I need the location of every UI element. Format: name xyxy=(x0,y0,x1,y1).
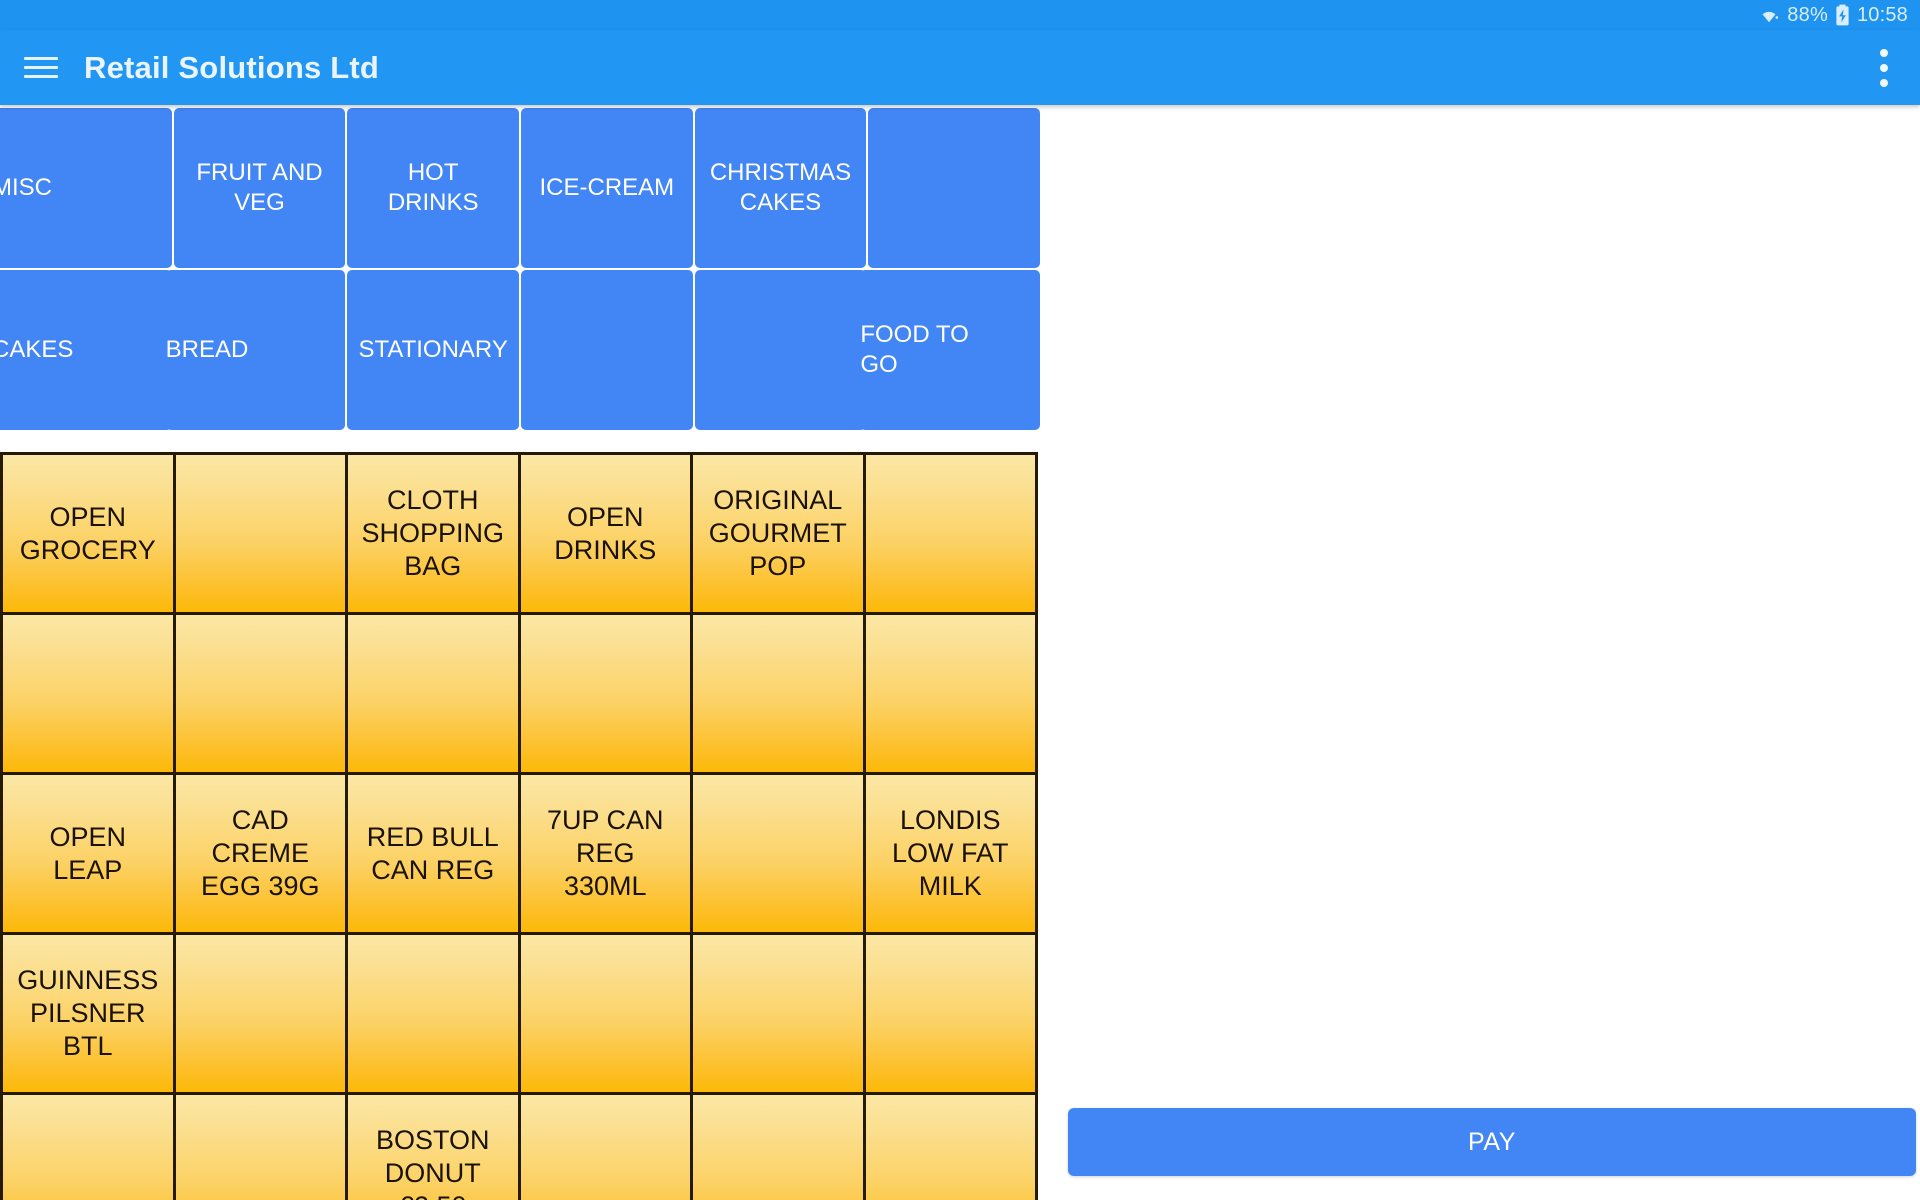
hamburger-bar xyxy=(24,66,58,69)
product-button-open-drinks[interactable]: OPEN DRINKS xyxy=(520,455,693,615)
receipt-panel xyxy=(1040,108,1920,1200)
product-button-boston-donut-2-50[interactable]: BOSTON DONUT €2.50 xyxy=(348,1095,521,1200)
category-button-hot-drinks[interactable]: HOT DRINKS xyxy=(347,108,519,268)
product-button-empty[interactable] xyxy=(520,935,693,1095)
product-button-empty[interactable] xyxy=(865,455,1038,615)
product-button-empty[interactable] xyxy=(3,1095,176,1200)
product-button-empty[interactable] xyxy=(693,935,866,1095)
product-button-empty[interactable] xyxy=(520,1095,693,1200)
product-button-empty[interactable] xyxy=(175,455,348,615)
overflow-dot xyxy=(1880,48,1888,57)
hamburger-menu-icon[interactable] xyxy=(24,53,58,83)
product-button-empty[interactable] xyxy=(175,1095,348,1200)
category-button-cakes[interactable]: CAKES xyxy=(0,270,172,430)
overflow-dot xyxy=(1880,63,1888,72)
status-bar: 88% 10:58 xyxy=(0,0,1920,30)
category-button-misc[interactable]: MISC xyxy=(0,108,172,268)
product-button-empty[interactable] xyxy=(3,615,176,775)
product-button-7up-can-reg-330ml[interactable]: 7UP CAN REG 330ML xyxy=(520,775,693,935)
clock-label: 10:58 xyxy=(1856,4,1908,26)
battery-charging-icon xyxy=(1835,4,1850,26)
category-button-empty[interactable] xyxy=(868,108,1040,268)
product-button-open-grocery[interactable]: OPEN GROCERY xyxy=(3,455,176,615)
category-button-empty[interactable] xyxy=(521,270,693,430)
product-button-guinness-pilsner-btl[interactable]: GUINNESS PILSNER BTL xyxy=(3,935,176,1095)
category-button-ice-cream[interactable]: ICE-CREAM xyxy=(521,108,693,268)
product-button-empty[interactable] xyxy=(175,935,348,1095)
product-button-empty[interactable] xyxy=(865,1095,1038,1200)
pay-button[interactable]: PAY xyxy=(1068,1108,1916,1176)
product-button-empty[interactable] xyxy=(693,775,866,935)
product-button-cloth-shopping-bag[interactable]: CLOTH SHOPPING BAG xyxy=(348,455,521,615)
product-button-red-bull-can-reg[interactable]: RED BULL CAN REG xyxy=(348,775,521,935)
product-button-empty[interactable] xyxy=(865,935,1038,1095)
wifi-icon xyxy=(1758,6,1780,24)
more-vertical-icon[interactable] xyxy=(1878,45,1890,91)
product-button-londis-low-fat-milk[interactable]: LONDIS LOW FAT MILK xyxy=(865,775,1038,935)
category-button-food-to-go[interactable]: FOOD TO GO xyxy=(860,270,1040,430)
category-button-christmas-cakes[interactable]: CHRISTMAS CAKES xyxy=(694,108,867,268)
category-button-bread[interactable]: BREAD xyxy=(165,270,346,430)
product-button-empty[interactable] xyxy=(865,615,1038,775)
hamburger-bar xyxy=(24,75,58,78)
app-bar: Retail Solutions Ltd xyxy=(0,30,1920,105)
overflow-dot xyxy=(1880,78,1888,87)
product-button-empty[interactable] xyxy=(693,1095,866,1200)
product-grid: OPEN GROCERY CLOTH SHOPPING BAG OPEN DRINK… xyxy=(0,452,1038,1200)
product-button-empty[interactable] xyxy=(175,615,348,775)
product-button-empty[interactable] xyxy=(348,615,521,775)
app-title: Retail Solutions Ltd xyxy=(84,49,380,85)
product-button-original-gourmet-pop[interactable]: ORIGINAL GOURMET POP xyxy=(693,455,866,615)
product-button-cad-creme-egg-39g[interactable]: CAD CREME EGG 39G xyxy=(175,775,348,935)
battery-percent-label: 88% xyxy=(1787,4,1828,26)
product-button-empty[interactable] xyxy=(520,615,693,775)
product-button-empty[interactable] xyxy=(693,615,866,775)
product-button-open-leap[interactable]: OPEN LEAP xyxy=(3,775,176,935)
category-button-empty[interactable] xyxy=(694,270,867,430)
product-button-empty[interactable] xyxy=(348,935,521,1095)
category-button-fruit-and-veg[interactable]: FRUIT AND VEG xyxy=(173,108,346,268)
category-button-stationary[interactable]: STATIONARY xyxy=(347,270,519,430)
hamburger-bar xyxy=(24,57,58,60)
category-grid: MISC FRUIT AND VEG HOT DRINKS ICE-CREAM CHRI… xyxy=(0,108,1040,430)
